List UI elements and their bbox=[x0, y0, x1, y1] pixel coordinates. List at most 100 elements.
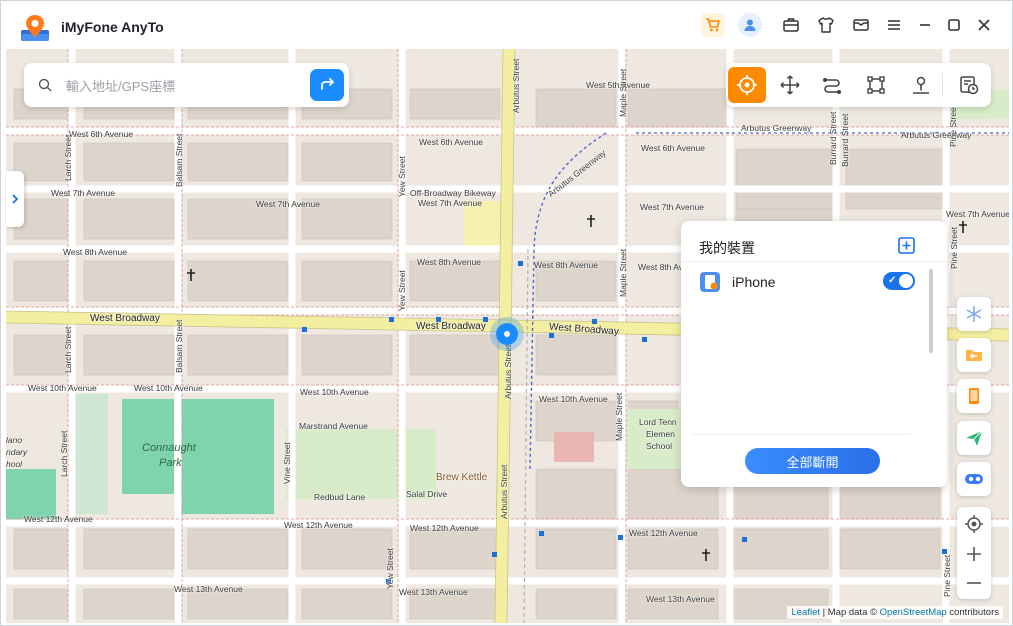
street-label: West 7th Avenue bbox=[51, 188, 115, 198]
current-location-marker[interactable] bbox=[490, 317, 524, 351]
divider bbox=[691, 434, 911, 435]
street-label: Larch Street bbox=[59, 430, 69, 477]
disconnect-all-button[interactable]: 全部斷開 bbox=[745, 448, 880, 474]
search-go-button[interactable] bbox=[310, 69, 344, 101]
street-label: Larch Street bbox=[63, 326, 73, 373]
app-logo-icon bbox=[21, 15, 49, 41]
park-label: Connaught bbox=[142, 442, 196, 454]
street-label: Burrard Street bbox=[828, 111, 838, 165]
street-label: West 7th Avenue bbox=[256, 199, 320, 209]
freeze-button[interactable] bbox=[957, 297, 991, 331]
shirt-icon[interactable] bbox=[814, 13, 838, 37]
attribution-text: | Map data © bbox=[820, 607, 880, 618]
two-spot-mode-button[interactable] bbox=[813, 67, 851, 103]
street-label: West 7th Avenue bbox=[640, 202, 704, 212]
street-label: West 13th Avenue bbox=[646, 594, 715, 604]
street-label: West 10th Avenue bbox=[300, 387, 369, 397]
redirect-icon bbox=[321, 78, 334, 90]
street-label: Yew Street bbox=[385, 548, 395, 589]
street-label: Yew Street bbox=[397, 156, 407, 197]
locate-icon bbox=[965, 515, 983, 533]
street-label: West 12th Avenue bbox=[629, 528, 698, 538]
toolbar-divider bbox=[942, 73, 943, 97]
street-label: Balsam Street bbox=[174, 133, 184, 187]
gamepad-icon bbox=[965, 474, 983, 484]
multi-spot-icon bbox=[867, 76, 885, 94]
street-label: Marstrand Avenue bbox=[299, 421, 368, 431]
import-gpx-button[interactable] bbox=[957, 338, 991, 372]
close-icon[interactable] bbox=[972, 13, 996, 37]
mode-toolbar bbox=[726, 63, 991, 107]
title-bar: iMyFone AnyTo bbox=[1, 1, 1012, 49]
street-label: Salal Drive bbox=[406, 489, 448, 499]
teleport-mode-button[interactable] bbox=[728, 67, 766, 103]
move-icon bbox=[780, 75, 800, 95]
street-label: Yew Street bbox=[397, 270, 407, 311]
send-button[interactable] bbox=[957, 421, 991, 455]
poi-label: ndary bbox=[6, 447, 28, 457]
crosshair-icon bbox=[737, 75, 757, 95]
add-device-icon[interactable] bbox=[898, 237, 915, 254]
devices-panel: 我的裝置 iPhone ✓ 全部斷開 bbox=[681, 221, 947, 487]
street-label: Larch Street bbox=[63, 134, 73, 181]
locate-button[interactable] bbox=[957, 509, 991, 539]
street-label: West 12th Avenue bbox=[284, 520, 353, 530]
osm-link[interactable]: OpenStreetMap bbox=[880, 607, 947, 618]
street-label: Arbutus Greenway bbox=[901, 130, 972, 140]
menu-icon[interactable] bbox=[882, 13, 906, 37]
zoom-controls bbox=[957, 507, 991, 599]
zoom-in-icon bbox=[967, 547, 981, 561]
check-icon: ✓ bbox=[888, 275, 897, 286]
poi-label: Elemen bbox=[646, 429, 675, 439]
briefcase-icon[interactable] bbox=[779, 13, 803, 37]
street-label: West 10th Avenue bbox=[28, 383, 97, 393]
street-label: West 12th Avenue bbox=[24, 514, 93, 524]
zoom-out-icon bbox=[967, 582, 981, 584]
send-icon bbox=[966, 430, 983, 446]
street-label: Pine Street bbox=[949, 226, 959, 269]
search-box bbox=[24, 63, 349, 107]
phone-icon bbox=[969, 388, 979, 404]
history-icon bbox=[960, 76, 979, 95]
side-panel-toggle[interactable] bbox=[6, 171, 24, 227]
zoom-in-button[interactable] bbox=[957, 539, 991, 569]
poi-label: School bbox=[646, 441, 672, 451]
history-button[interactable] bbox=[950, 67, 988, 103]
attribution-text: contributors bbox=[946, 607, 999, 618]
street-label: West 6th Avenue bbox=[69, 129, 133, 139]
street-label: Redbud Lane bbox=[314, 492, 366, 502]
map-attribution: Leaflet | Map data © OpenStreetMap contr… bbox=[787, 606, 1003, 619]
game-controller-button[interactable] bbox=[957, 462, 991, 496]
poi-label: Brew Kettle bbox=[436, 472, 488, 483]
street-label: West 13th Avenue bbox=[174, 584, 243, 594]
minimize-icon[interactable] bbox=[913, 13, 937, 37]
maximize-icon[interactable] bbox=[942, 13, 966, 37]
mail-icon[interactable] bbox=[849, 13, 873, 37]
device-phone-icon bbox=[700, 272, 720, 292]
zoom-out-button[interactable] bbox=[957, 568, 991, 598]
multi-spot-mode-button[interactable] bbox=[857, 67, 895, 103]
street-label: West 6th Avenue bbox=[641, 143, 705, 153]
device-row[interactable]: iPhone ✓ bbox=[699, 271, 919, 295]
street-label: West 7th Avenue bbox=[418, 198, 482, 208]
street-label: West 8th Avenue bbox=[63, 247, 127, 257]
device-toggle[interactable]: ✓ bbox=[883, 272, 915, 290]
search-input[interactable] bbox=[64, 74, 308, 98]
leaflet-link[interactable]: Leaflet bbox=[791, 607, 820, 618]
street-label: Arbutus Greenway bbox=[741, 123, 812, 133]
street-label: West Broadway bbox=[416, 321, 486, 332]
street-label: Pine Street bbox=[942, 554, 952, 597]
toggle-knob bbox=[899, 274, 913, 288]
panel-scrollbar[interactable] bbox=[929, 269, 933, 353]
street-label: West 10th Avenue bbox=[539, 394, 608, 404]
user-icon[interactable] bbox=[738, 13, 762, 37]
jump-mode-button[interactable] bbox=[902, 67, 940, 103]
street-label: Arbutus Street bbox=[511, 58, 521, 113]
poi-label: Lord Tenn bbox=[639, 417, 677, 427]
street-label: Arbutus Street bbox=[499, 464, 509, 519]
joystick-mode-button[interactable] bbox=[771, 67, 809, 103]
cart-icon[interactable] bbox=[701, 13, 725, 37]
phone-button[interactable] bbox=[957, 379, 991, 413]
street-label: West 7th Avenue bbox=[946, 209, 1009, 219]
park-label: Park bbox=[159, 457, 182, 469]
